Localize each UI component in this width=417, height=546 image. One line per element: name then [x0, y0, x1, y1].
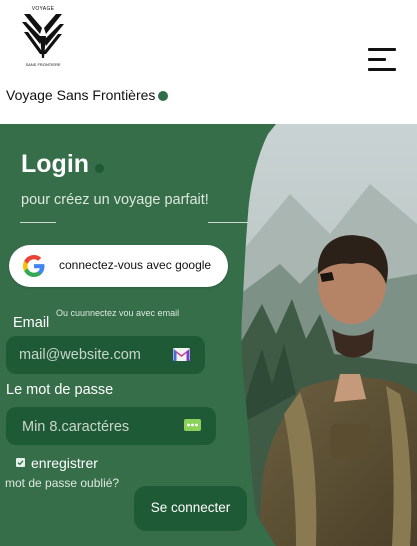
password-dots-icon	[184, 419, 201, 431]
login-title-dot	[95, 164, 104, 173]
subtitle-divider-left	[20, 222, 56, 223]
login-submit-button[interactable]: Se connecter	[134, 486, 247, 531]
login-card: Login pour créez un voyage parfait! conn…	[0, 124, 417, 546]
password-input[interactable]	[22, 416, 172, 438]
email-field	[6, 336, 205, 374]
remember-checkbox[interactable]	[16, 458, 25, 467]
subtitle-divider-right	[208, 222, 248, 223]
password-label: Le mot de passe	[6, 382, 114, 398]
login-subtitle: pour créez un voyage parfait!	[21, 192, 209, 208]
remember-label: enregistrer	[31, 455, 98, 471]
forgot-password-link[interactable]: mot de passe oublié?	[5, 476, 119, 490]
brand-name: Voyage Sans Frontières	[6, 87, 156, 103]
logo-mark	[22, 14, 64, 58]
email-login-hint: Ou cuunnectez vou avec email	[56, 308, 180, 318]
login-title: Login	[21, 150, 90, 178]
login-submit-label: Se connecter	[150, 500, 231, 515]
hamburger-menu-icon[interactable]	[366, 46, 398, 72]
checkmark-icon	[17, 460, 24, 466]
password-field	[6, 407, 216, 445]
google-icon	[23, 255, 45, 277]
brand-dot	[158, 91, 168, 101]
logo: VOYAGE SANS FRONTIERE	[18, 6, 68, 68]
email-input[interactable]	[19, 344, 169, 366]
google-login-label: connectez-vous avec google	[59, 258, 212, 272]
google-login-button[interactable]: connectez-vous avec google	[9, 245, 228, 287]
gmail-icon	[173, 348, 190, 361]
email-label: Email	[13, 315, 50, 331]
logo-top-text: VOYAGE	[31, 6, 55, 12]
logo-bottom-text: SANS FRONTIERE	[25, 62, 61, 67]
